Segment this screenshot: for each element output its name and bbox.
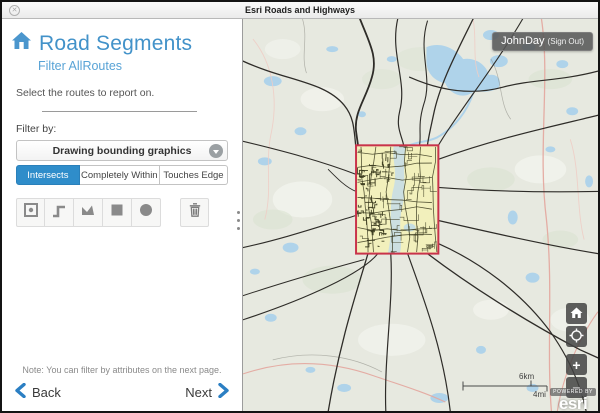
segment-intersects[interactable]: Intersects [16,165,80,185]
back-label: Back [32,385,61,400]
map-canvas[interactable]: JohnDay (Sign Out) + [242,19,598,411]
sign-out-label: (Sign Out) [548,37,584,46]
chevron-down-icon[interactable] [209,144,223,158]
instruction-text: Select the routes to report on. [16,87,242,99]
panel-header: Road Segments [2,31,242,56]
page-title: Road Segments [39,32,192,56]
app-window: ✕ Esri Roads and Highways Road Segments … [0,0,600,413]
draw-point-icon [23,202,39,223]
delete-graphics-tool[interactable] [180,198,209,227]
window-title: Esri Roads and Highways [245,5,355,15]
draw-polygon-icon [80,202,96,223]
segment-completely-within[interactable]: Completely Within [80,165,160,185]
close-icon[interactable]: ✕ [9,5,20,16]
next-label: Next [185,385,212,400]
draw-circle-tool[interactable] [132,198,161,227]
locate-button[interactable] [566,326,587,347]
panel-resize-handle[interactable] [237,211,240,230]
bounding-graphic[interactable] [356,145,438,253]
segment-touches-edge[interactable]: Touches Edge [160,165,228,185]
title-bar: ✕ Esri Roads and Highways [2,2,598,19]
user-name: JohnDay [501,35,544,47]
draw-rectangle-tool[interactable] [103,198,132,227]
divider [42,111,197,112]
next-button[interactable]: Next [185,383,229,401]
draw-line-icon [51,202,67,223]
home-extent-button[interactable] [566,303,587,324]
basemap [243,19,598,411]
draw-toolbar [16,198,242,227]
draw-polygon-tool[interactable] [74,198,103,227]
esri-attribution: POWERED BY esri [550,388,596,411]
back-button[interactable]: Back [15,383,61,401]
home-icon [10,31,33,56]
locate-icon [569,328,584,345]
scale-bar: 6km 4mi [461,371,553,399]
trash-icon [187,202,203,223]
filter-method-dropdown[interactable]: Drawing bounding graphics [16,140,228,161]
scale-mi-label: 4mi [533,390,546,399]
zoom-in-button[interactable]: + [566,354,587,375]
draw-rectangle-icon [109,202,125,223]
spatial-relation-segmented-control: Intersects Completely Within Touches Edg… [16,165,228,185]
chevron-left-icon [15,383,26,401]
esri-logo-text: esri [550,396,596,411]
draw-circle-icon [138,202,154,223]
scale-km-label: 6km [519,372,534,381]
note-text: Note: You can filter by attributes on th… [2,365,242,375]
draw-point-tool[interactable] [16,198,45,227]
chevron-right-icon [218,383,229,401]
report-panel: Road Segments Filter AllRoutes Select th… [2,19,242,411]
draw-line-tool[interactable] [45,198,74,227]
page-subtitle: Filter AllRoutes [38,59,242,73]
dropdown-value: Drawing bounding graphics [53,145,192,157]
home-icon [570,307,583,321]
wizard-footer: Back Next [2,383,242,411]
filter-by-label: Filter by: [16,123,242,135]
user-sign-out-button[interactable]: JohnDay (Sign Out) [492,32,593,51]
map-navigation-controls: + − [566,303,587,398]
